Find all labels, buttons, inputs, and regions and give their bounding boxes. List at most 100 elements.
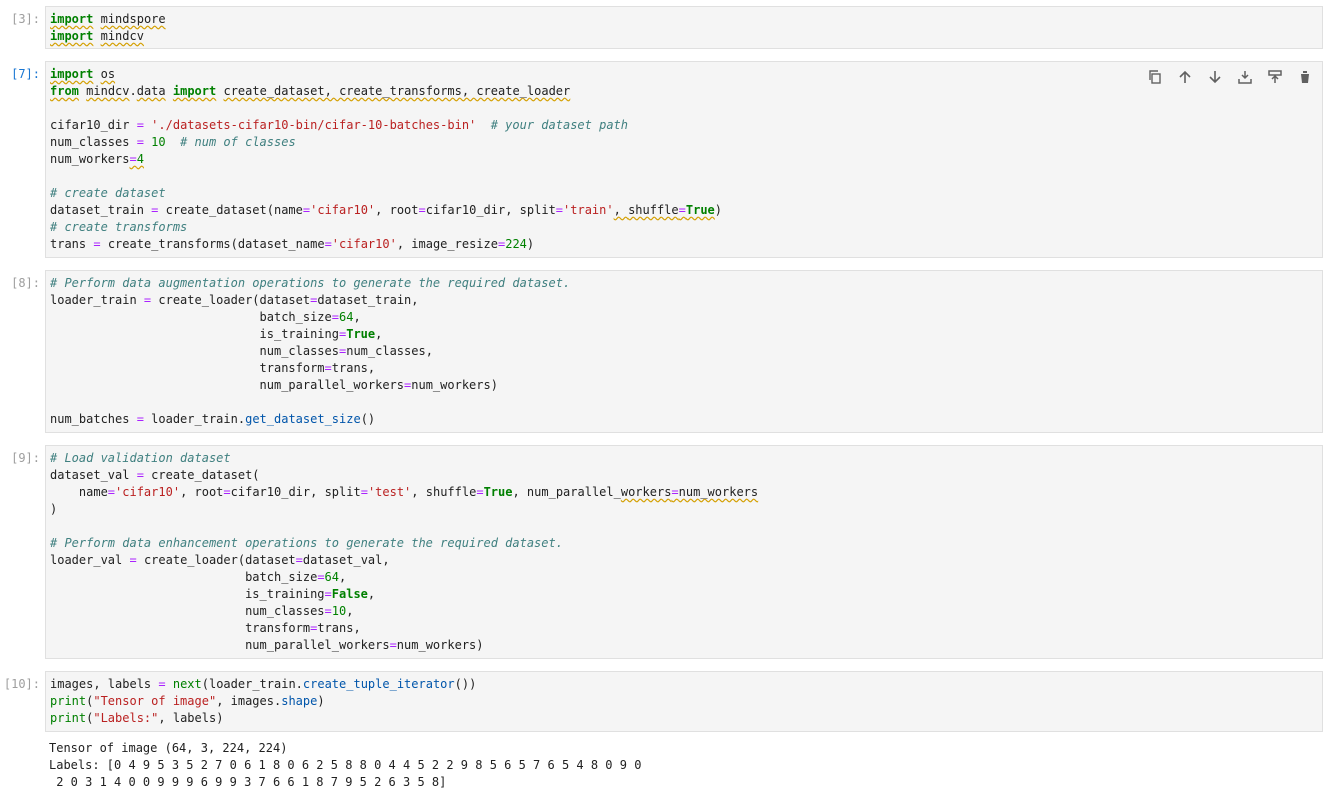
code-token: num_classes, xyxy=(346,344,433,358)
code-line: # Perform data enhancement operations to… xyxy=(50,535,1318,552)
code-token: num_workers xyxy=(678,485,759,499)
code-line: images, labels = next(loader_train.creat… xyxy=(50,676,1318,693)
code-token: = xyxy=(295,553,303,567)
code-line: batch_size=64, xyxy=(50,309,1318,326)
code-token: = xyxy=(129,152,137,166)
output-line: Tensor of image (64, 3, 224, 224) xyxy=(49,741,288,755)
code-line: num_parallel_workers=num_workers) xyxy=(50,377,1318,394)
code-token: import xyxy=(50,67,94,81)
code-token: 64 xyxy=(324,570,339,584)
copy-icon[interactable] xyxy=(1146,68,1164,86)
code-token: num_parallel_workers xyxy=(50,378,405,392)
code-token: images, labels xyxy=(50,677,159,691)
output-line: 2 0 3 1 4 0 0 9 9 9 6 9 9 3 7 6 6 1 8 7 … xyxy=(49,775,447,789)
code-editor[interactable]: import os from mindcv.data import create_… xyxy=(45,61,1323,258)
code-token: dataset_val, xyxy=(302,553,390,567)
code-token: 'cifar10' xyxy=(310,203,376,217)
move-up-icon[interactable] xyxy=(1176,68,1194,86)
code-token: create_dataset, create_transforms, creat… xyxy=(223,84,571,98)
code-token: ) xyxy=(526,237,535,251)
code-token: = xyxy=(223,485,231,499)
code-editor[interactable]: import mindspore import mindcv xyxy=(45,6,1323,49)
code-token: , xyxy=(613,203,629,217)
code-token: , xyxy=(346,604,354,618)
code-token: 64 xyxy=(339,310,354,324)
code-token: trans xyxy=(50,237,94,251)
code-token: 4 xyxy=(136,152,144,166)
code-editor[interactable]: # Perform data augmentation operations t… xyxy=(45,270,1323,433)
code-line: from mindcv.data import create_dataset, … xyxy=(50,83,1318,100)
code-token: , xyxy=(367,587,376,601)
code-token: # num of classes xyxy=(180,135,296,149)
code-token: num_workers xyxy=(50,152,130,166)
code-token: 'test' xyxy=(367,485,412,499)
delete-icon[interactable] xyxy=(1296,68,1314,86)
code-line: num_batches = loader_train.get_dataset_s… xyxy=(50,411,1318,428)
code-token: num_workers) xyxy=(396,638,484,652)
code-token: is_training xyxy=(50,587,325,601)
code-line: num_classes=num_classes, xyxy=(50,343,1318,360)
code-line: cifar10_dir = './datasets-cifar10-bin/ci… xyxy=(50,117,1318,134)
execution-count-prompt: [9]: xyxy=(11,451,40,465)
code-token: from xyxy=(50,84,79,98)
code-token: = xyxy=(107,485,116,499)
code-line: # create transforms xyxy=(50,219,1318,236)
code-token: , root xyxy=(375,203,419,217)
code-token: data xyxy=(136,84,166,98)
code-token: 10 xyxy=(151,135,166,149)
code-token: = xyxy=(324,237,332,251)
code-line: transform=trans, xyxy=(50,360,1318,377)
code-line: num_parallel_workers=num_workers) xyxy=(50,637,1318,654)
code-token: 10 xyxy=(331,604,347,618)
code-token: = xyxy=(129,553,137,567)
code-token: cifar10_dir, split xyxy=(230,485,361,499)
code-token: False xyxy=(331,587,368,601)
code-token: ) xyxy=(714,203,723,217)
execution-count-prompt: [7]: xyxy=(11,67,40,81)
code-editor[interactable]: images, labels = next(loader_train.creat… xyxy=(45,671,1323,732)
code-line: is_training=True, xyxy=(50,326,1318,343)
code-token: = xyxy=(93,237,101,251)
code-token: num_batches xyxy=(50,412,137,426)
cell-output: Tensor of image (64, 3, 224, 224) Labels:… xyxy=(45,736,645,795)
code-line: dataset_train = create_dataset(name = 'cif… xyxy=(50,202,1318,219)
code-token: cifar10_dir, split xyxy=(425,203,556,217)
code-token: , xyxy=(353,310,361,324)
code-editor[interactable]: # Load validation dataset dataset_val = c… xyxy=(45,445,1323,659)
code-line: loader_train = create_loader(dataset=dat… xyxy=(50,292,1318,309)
code-token: = xyxy=(360,485,368,499)
code-token: = xyxy=(324,361,332,375)
code-token: # Perform data augmentation operations t… xyxy=(50,276,571,290)
code-line: num_classes = 10 # num of classes xyxy=(50,134,1318,151)
code-token: 224 xyxy=(505,237,527,251)
code-token: = xyxy=(389,638,397,652)
insert-above-icon[interactable] xyxy=(1236,68,1254,86)
move-down-icon[interactable] xyxy=(1206,68,1224,86)
code-token: dataset_train, xyxy=(317,293,419,307)
code-line: import mindcv xyxy=(50,28,1318,45)
code-line: transform=trans, xyxy=(50,620,1318,637)
code-token: , xyxy=(375,327,383,341)
execution-count-prompt: [3]: xyxy=(11,12,40,26)
code-token: num_classes xyxy=(50,135,137,149)
code-token: create_dataset(name xyxy=(158,203,303,217)
code-line: name='cifar10', root=cifar10_dir, split=… xyxy=(50,484,1318,501)
code-line: print("Labels:", labels) xyxy=(50,710,1318,727)
insert-below-icon[interactable] xyxy=(1266,68,1284,86)
code-token: import xyxy=(172,84,217,98)
code-token: = xyxy=(136,118,144,132)
code-line: print("Tensor of image", images.shape) xyxy=(50,693,1318,710)
code-line: trans = create_transforms(dataset_name='… xyxy=(50,236,1318,253)
code-line: # Load validation dataset xyxy=(50,450,1318,467)
code-token: workers xyxy=(620,485,672,499)
code-token: = xyxy=(317,570,325,584)
code-token: = xyxy=(476,485,484,499)
code-token: # Perform data enhancement operations to… xyxy=(50,536,563,550)
code-token: , images. xyxy=(216,694,282,708)
code-line: num_workers=4 xyxy=(50,151,1318,168)
code-token: import xyxy=(50,29,94,43)
